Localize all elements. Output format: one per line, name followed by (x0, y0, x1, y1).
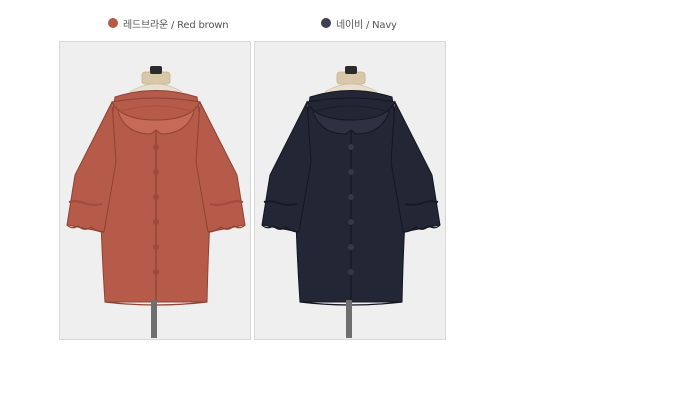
navy-blouse-image (261, 66, 441, 338)
red-brown-blouse-image (66, 66, 246, 338)
color-option-red-brown: 레드브라운 / Red brown (108, 14, 229, 32)
navy-swatch-icon (321, 18, 331, 28)
red-brown-swatch-icon (108, 18, 118, 28)
red-brown-label: 레드브라운 / Red brown (123, 19, 229, 31)
navy-label: 네이비 / Navy (336, 19, 397, 31)
navy-blouse-photo (254, 41, 446, 340)
red-brown-blouse-photo (59, 41, 251, 340)
color-option-navy: 네이비 / Navy (321, 14, 397, 32)
